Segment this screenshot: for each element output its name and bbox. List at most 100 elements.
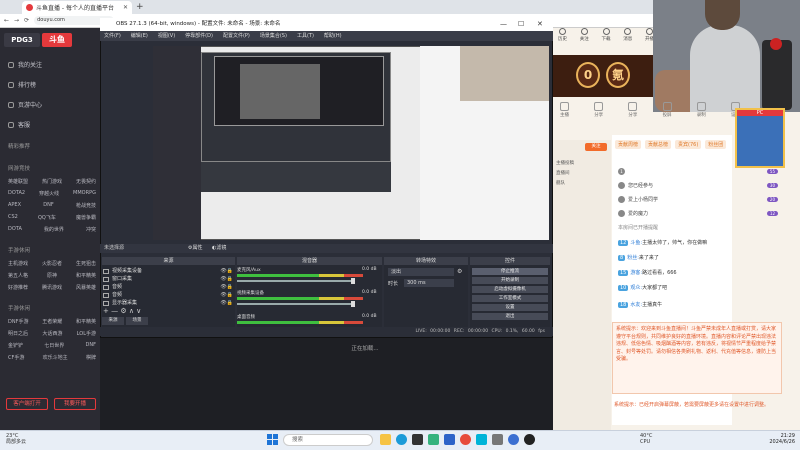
properties-button[interactable]: ⚙属性	[188, 244, 203, 253]
app-icon[interactable]	[460, 434, 471, 445]
transition-select[interactable]: 淡出	[388, 268, 454, 276]
eye-icon[interactable]: 👁🔒	[220, 299, 233, 307]
close-icon[interactable]: ✕	[537, 18, 543, 31]
browser-tab[interactable]: 斗鱼直播 - 每个人的直播平台 ✕	[22, 1, 132, 14]
anchor-line[interactable]: 舰队	[556, 180, 610, 186]
history-button[interactable]: 历史	[558, 28, 567, 50]
new-tab-icon[interactable]: +	[136, 2, 144, 12]
share-button[interactable]: 分享	[594, 102, 604, 122]
volume-slider[interactable]	[237, 301, 355, 307]
tab-fans[interactable]: 粉丝团	[705, 140, 727, 149]
nav-service[interactable]: 客服	[8, 120, 30, 129]
rank-row[interactable]: 爱的魔力 12	[618, 210, 778, 217]
rank-row[interactable]: 1 55	[618, 168, 778, 175]
windows-start-icon[interactable]	[267, 434, 278, 445]
file-explorer-icon[interactable]	[380, 434, 391, 445]
tab-scenes[interactable]: 场景	[126, 317, 148, 325]
source-item[interactable]: 视频采集设备 👁🔒	[103, 267, 233, 275]
eye-icon[interactable]: 👁🔒	[220, 267, 233, 275]
weather-widget[interactable]: 23°C 局部多云	[6, 433, 26, 445]
obs-icon[interactable]	[524, 434, 535, 445]
minimize-icon[interactable]: —	[500, 18, 507, 31]
douyu-logo[interactable]: 斗鱼	[42, 33, 72, 47]
start-stream-button[interactable]: 我要开播	[54, 398, 96, 410]
tab-vip[interactable]: 贵宾(76)	[675, 140, 702, 149]
slider-handle[interactable]	[351, 278, 355, 284]
taskbar-search[interactable]: 搜索	[283, 434, 373, 446]
cpu-temp-widget[interactable]: 40°C CPU	[640, 433, 652, 445]
game-promo-badge[interactable]: PC	[735, 108, 785, 168]
start-recording-button[interactable]: 开始录制	[472, 277, 548, 284]
category-row[interactable]: 主机游戏 火影忍者 生死狙击	[8, 260, 96, 267]
source-toolbar-icons[interactable]: + — ⚙ ∧ ∨	[103, 307, 141, 315]
duration-field[interactable]: 300 ms	[404, 279, 454, 287]
follow-list-button[interactable]: 关注	[580, 28, 589, 50]
menu-docks[interactable]: 停靠部件(D)	[185, 31, 213, 41]
app-icon[interactable]	[428, 434, 439, 445]
menu-profile[interactable]: 配置文件(P)	[223, 31, 250, 41]
menu-file[interactable]: 文件(F)	[104, 31, 121, 41]
reload-icon[interactable]: ⟳	[24, 17, 29, 24]
category-row[interactable]: 金铲铲 七日世界 DNF	[8, 342, 96, 349]
volume-slider[interactable]	[237, 278, 355, 284]
promo-banner[interactable]	[553, 55, 653, 97]
cast-button[interactable]: 投屏	[662, 102, 672, 122]
anchor-line[interactable]: 直播间	[556, 170, 610, 176]
tab-total-rank[interactable]: 贡献总榜	[645, 140, 672, 149]
tab-week-rank[interactable]: 贡献周榜	[615, 140, 642, 149]
close-tab-icon[interactable]: ✕	[123, 4, 128, 11]
category-row[interactable]: 第五人格 原神 和平精英	[8, 272, 96, 279]
category-row[interactable]: DOTA2 穿越火线 MMORPG	[8, 190, 96, 197]
source-item[interactable]: 显示器采集 👁🔒	[103, 299, 233, 307]
download-button[interactable]: 下载	[602, 28, 611, 50]
app-icon[interactable]	[444, 434, 455, 445]
app-icon[interactable]	[412, 434, 423, 445]
eye-icon[interactable]: 👁🔒	[220, 291, 233, 299]
follow-button[interactable]: 关注	[585, 143, 607, 151]
nav-webgame[interactable]: 页游中心	[8, 100, 42, 109]
category-row[interactable]: 好游推荐 腾讯游戏 风暴英雄	[8, 284, 96, 291]
source-item[interactable]: 音频 👁🔒	[103, 291, 233, 299]
menu-tools[interactable]: 工具(T)	[297, 31, 314, 41]
gear-icon[interactable]: ⚙	[457, 268, 462, 275]
eye-icon[interactable]: 👁🔒	[220, 283, 233, 291]
eye-icon[interactable]: 👁🔒	[220, 275, 233, 283]
settings-button[interactable]: 设置	[472, 304, 548, 311]
studio-mode-button[interactable]: 工作室模式	[472, 295, 548, 302]
source-item[interactable]: 窗口采集 👁🔒	[103, 275, 233, 283]
category-row[interactable]: 英雄联盟 热门游戏 无畏契约	[8, 178, 96, 185]
exit-button[interactable]: 退出	[472, 313, 548, 320]
category-row[interactable]: DNF手游 王者荣耀 和平精英	[8, 318, 96, 325]
messages-button[interactable]: 消息	[623, 28, 632, 50]
back-icon[interactable]: ←	[4, 17, 9, 24]
menu-help[interactable]: 帮助(H)	[324, 31, 342, 41]
stop-streaming-button[interactable]: 停止推流	[472, 268, 548, 275]
maximize-icon[interactable]: ☐	[518, 18, 524, 31]
chrome-icon[interactable]	[508, 434, 519, 445]
rank-row[interactable]: 您已经参与 30	[618, 182, 778, 189]
forward-icon[interactable]: →	[14, 17, 19, 24]
category-row[interactable]: CF手游 欢乐斗地主 棋牌	[8, 354, 96, 361]
category-row[interactable]: CS2 QQ飞车 魔兽争霸	[8, 214, 96, 221]
taskbar-clock[interactable]: 21:29 2024/6/26	[757, 433, 795, 445]
record-button[interactable]: 录制	[696, 102, 706, 122]
menu-scene-collection[interactable]: 场景集合(S)	[260, 31, 287, 41]
nav-ranking[interactable]: 排行榜	[8, 80, 36, 89]
source-item[interactable]: 音频 👁🔒	[103, 283, 233, 291]
anchor-line[interactable]: 主播投稿	[556, 160, 610, 166]
tab-sources[interactable]: 来源	[102, 317, 124, 325]
menu-edit[interactable]: 编辑(E)	[131, 31, 148, 41]
rank-row[interactable]: 爱上小杨同学 20	[618, 196, 778, 203]
nav-following[interactable]: 我的关注	[8, 60, 42, 69]
anchor-button[interactable]: 主播	[560, 102, 569, 122]
open-client-button[interactable]: 客户端打开	[6, 398, 48, 410]
app-icon[interactable]	[492, 434, 503, 445]
virtual-camera-button[interactable]: 启动虚拟摄像机	[472, 286, 548, 293]
share-button[interactable]: 分享	[628, 102, 638, 122]
menu-view[interactable]: 视图(V)	[158, 31, 175, 41]
app-icon[interactable]	[476, 434, 487, 445]
slider-handle[interactable]	[351, 301, 355, 307]
category-row[interactable]: APEX DNF 枪战竞技	[8, 202, 96, 209]
edge-icon[interactable]	[396, 434, 407, 445]
filters-button[interactable]: ◐滤镜	[212, 244, 226, 253]
